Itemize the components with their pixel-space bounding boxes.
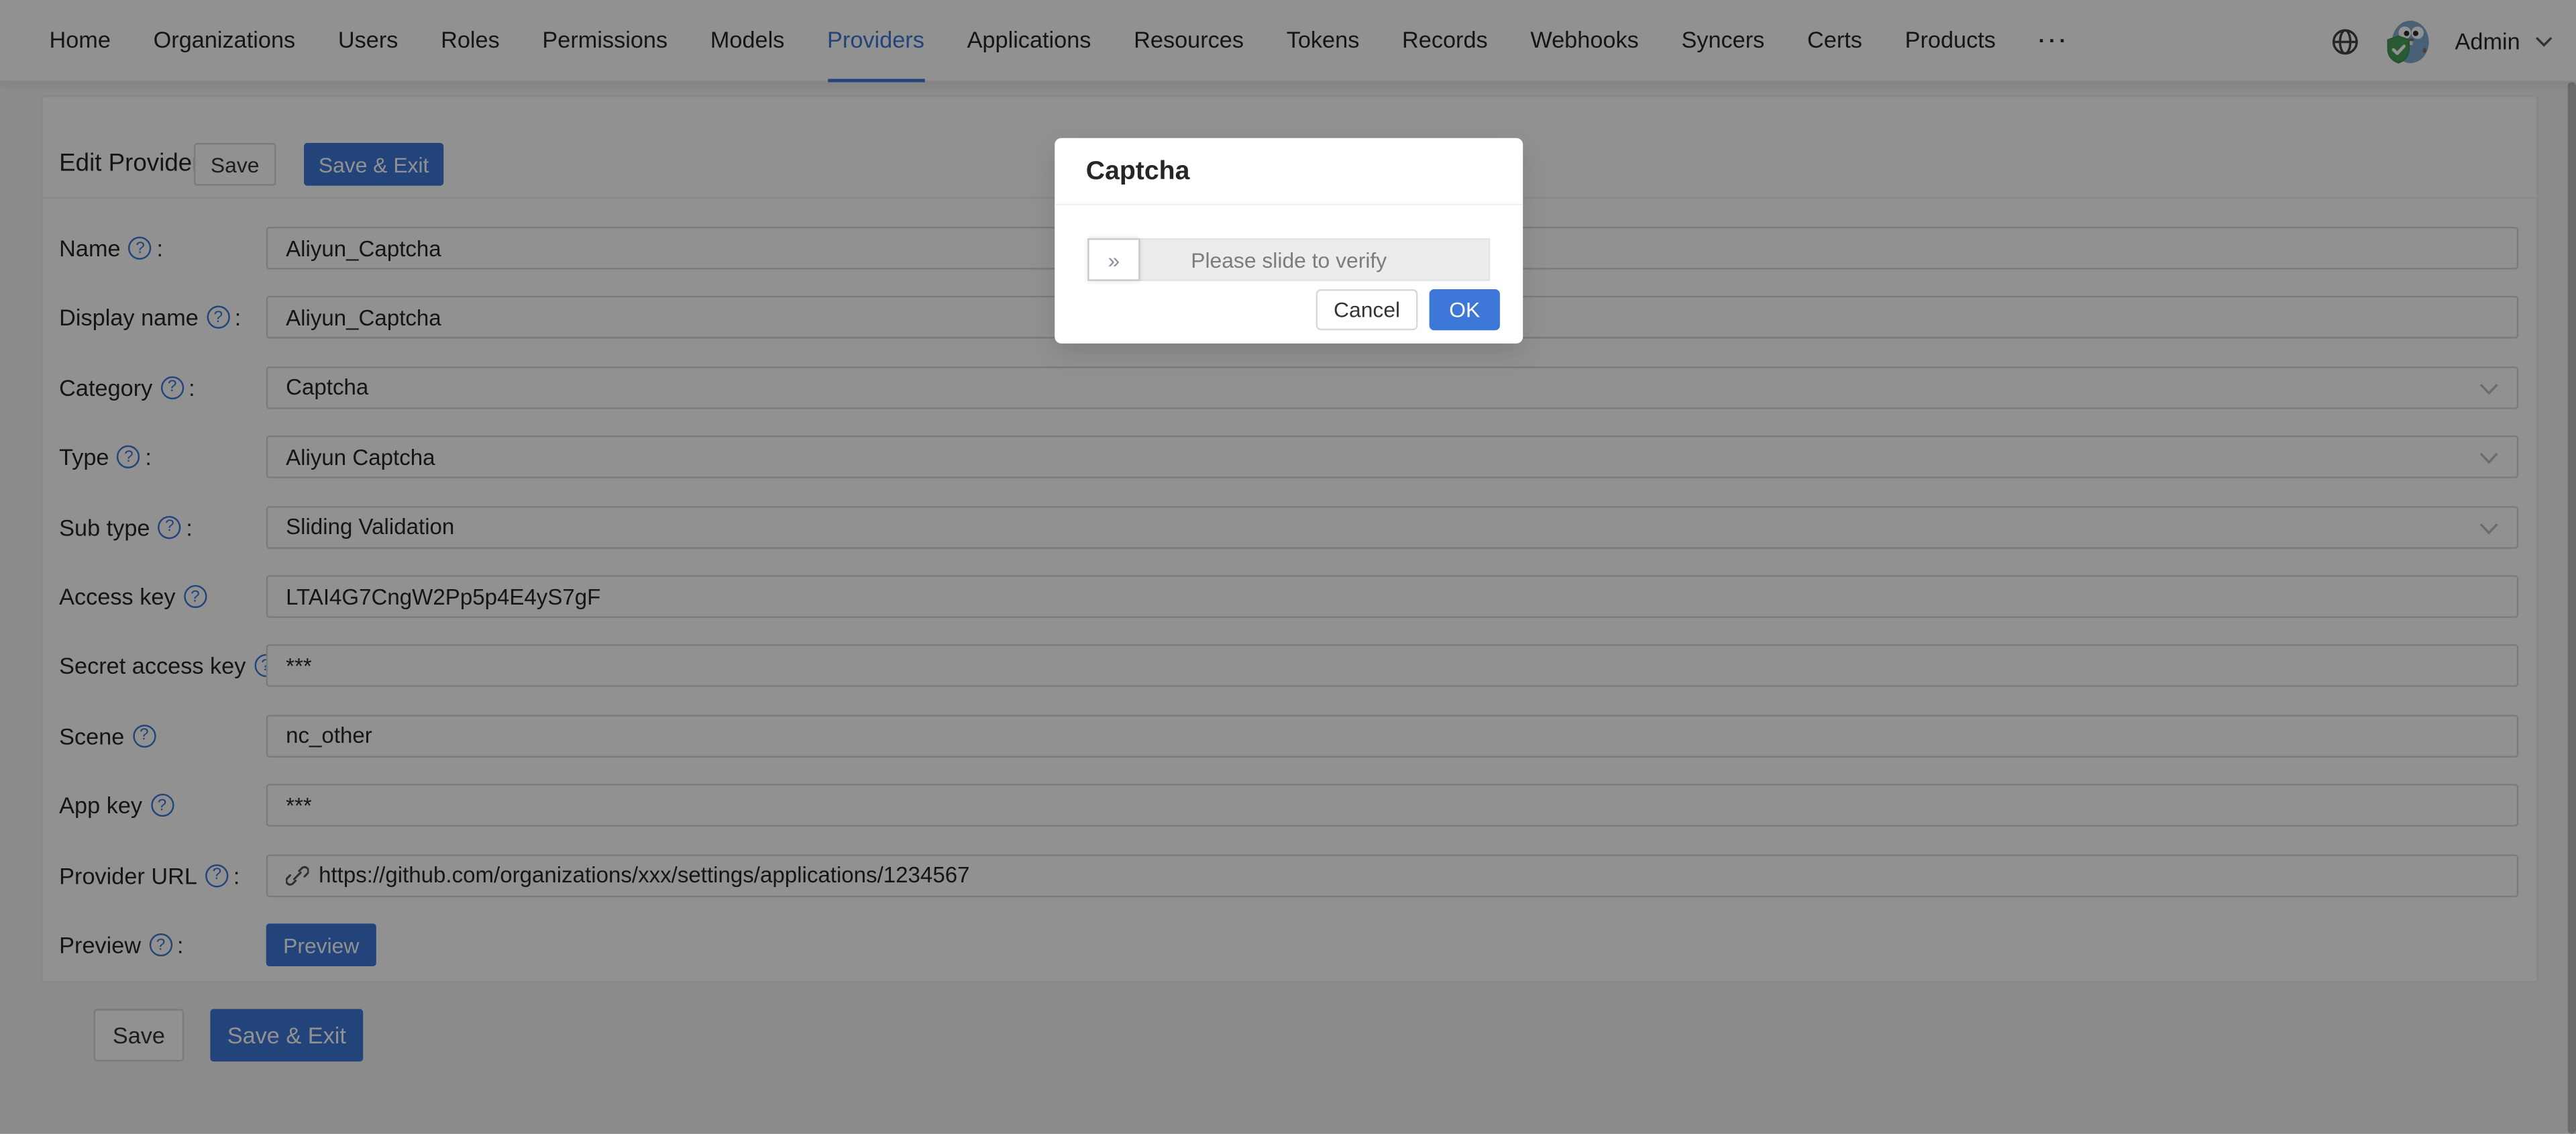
captcha-slider-handle[interactable]: » xyxy=(1087,238,1140,281)
slider-hint-text: Please slide to verify xyxy=(1191,248,1387,272)
ok-button[interactable]: OK xyxy=(1430,289,1500,330)
cancel-button[interactable]: Cancel xyxy=(1316,289,1418,330)
modal-title: Captcha xyxy=(1086,154,1190,189)
captcha-slider-track: Please slide to verify » xyxy=(1087,238,1490,281)
app-root: Home Organizations Users Roles Permissio… xyxy=(0,0,2576,1134)
modal-footer: Cancel OK xyxy=(1316,289,1500,330)
modal-divider xyxy=(1055,204,1523,205)
captcha-modal: Captcha Please slide to verify » Cancel … xyxy=(1055,138,1523,344)
double-chevron-right-icon: » xyxy=(1108,248,1120,272)
